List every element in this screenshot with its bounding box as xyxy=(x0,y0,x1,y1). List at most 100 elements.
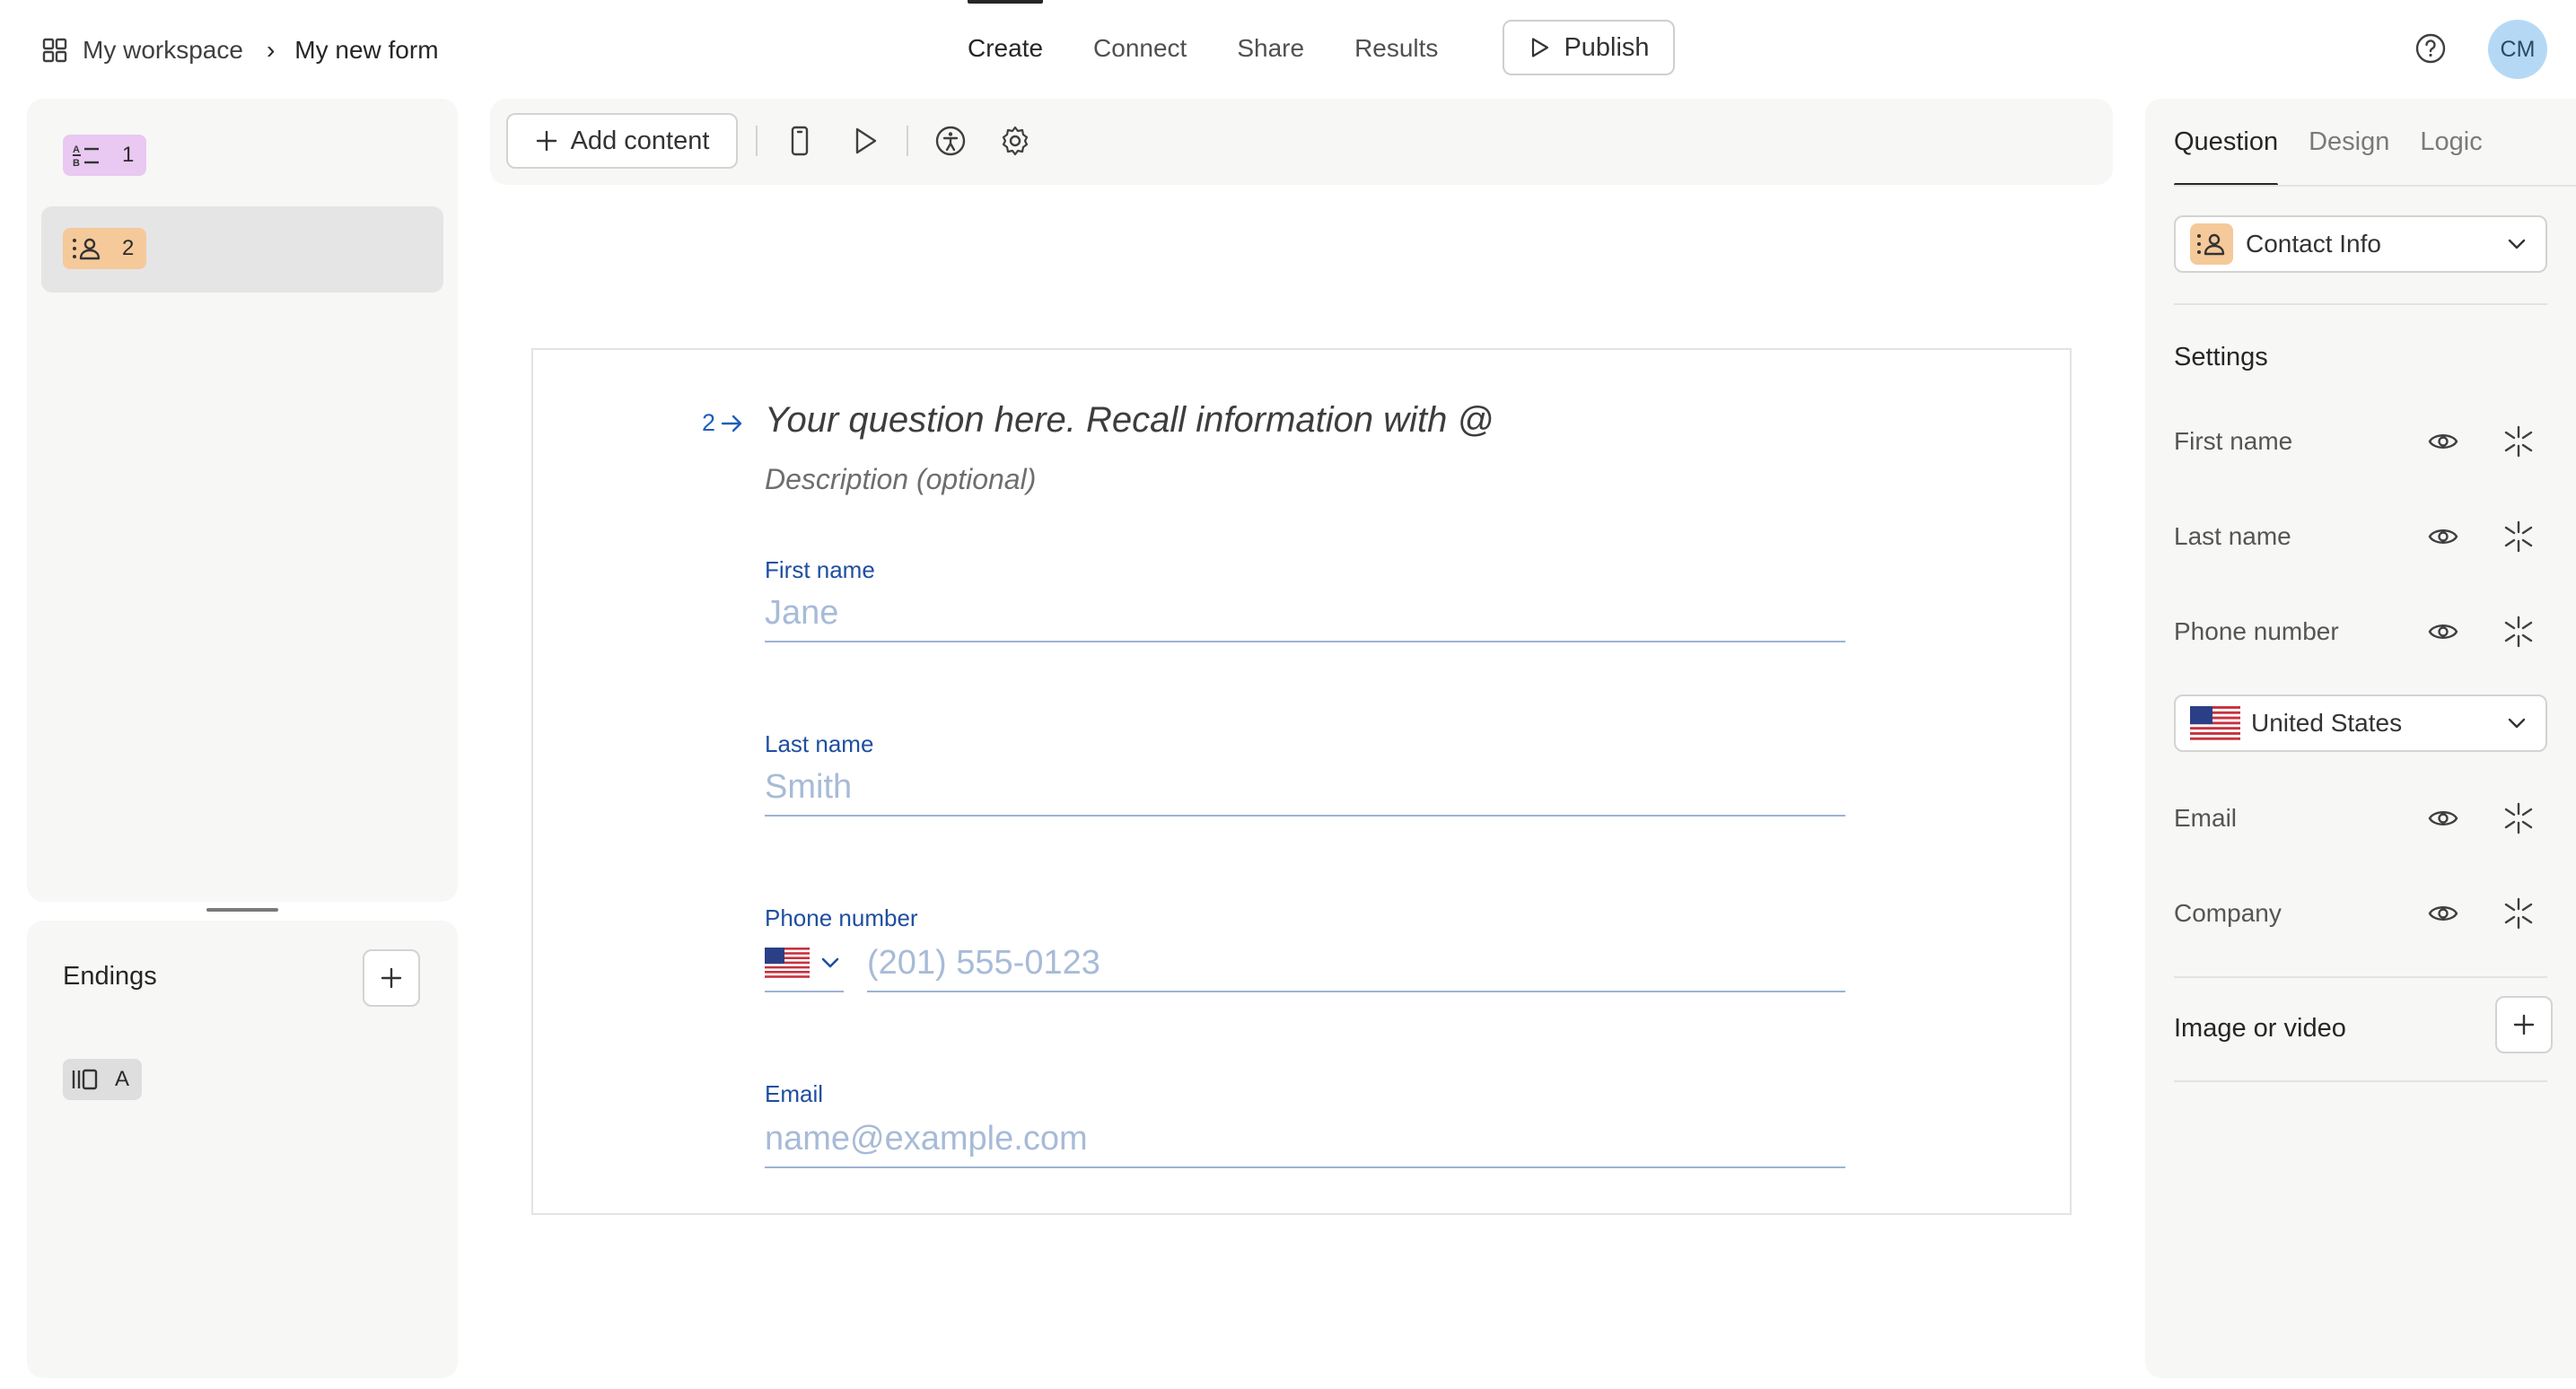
setting-row-phone-number: Phone number xyxy=(2174,610,2547,653)
add-ending-button[interactable] xyxy=(363,949,420,1007)
ending-screen-icon xyxy=(70,1066,101,1093)
svg-text:B: B xyxy=(73,158,80,169)
setting-label: Phone number xyxy=(2174,617,2339,645)
required-asterisk-icon[interactable] xyxy=(2501,614,2537,650)
question-number-2: 2 xyxy=(122,236,135,260)
setting-label: Email xyxy=(2174,804,2238,832)
eye-icon[interactable] xyxy=(2427,616,2459,648)
nav-connect[interactable]: Connect xyxy=(1093,0,1187,97)
play-icon xyxy=(1528,36,1551,59)
add-content-button[interactable]: Add content xyxy=(506,113,738,169)
question-canvas: 2 Your question here. Recall information… xyxy=(531,348,2072,1215)
us-flag-icon xyxy=(2190,706,2240,740)
tabs-divider xyxy=(2174,185,2576,187)
help-icon[interactable] xyxy=(2414,32,2447,65)
question-item-2[interactable]: 2 xyxy=(41,206,443,293)
accessibility-icon[interactable] xyxy=(933,124,968,158)
breadcrumb: My workspace › My new form xyxy=(41,31,439,70)
question-item-1[interactable]: AB 1 xyxy=(41,113,443,199)
arrow-right-icon xyxy=(721,414,744,433)
question-settings-panel: Question Design Logic Contact Info Setti… xyxy=(2145,99,2576,1378)
toolbar-divider xyxy=(756,126,758,156)
nav-results[interactable]: Results xyxy=(1354,0,1438,97)
breadcrumb-separator: › xyxy=(266,36,276,64)
question-type-label: Contact Info xyxy=(2246,230,2381,258)
publish-button[interactable]: Publish xyxy=(1503,20,1675,75)
required-asterisk-icon[interactable] xyxy=(2501,519,2537,555)
setting-label: Last name xyxy=(2174,522,2291,550)
chevron-down-icon xyxy=(820,957,840,969)
nav-create[interactable]: Create xyxy=(968,0,1044,97)
section-divider xyxy=(2174,976,2547,978)
mobile-preview-icon[interactable] xyxy=(783,124,817,158)
required-asterisk-icon[interactable] xyxy=(2501,800,2537,836)
tab-question[interactable]: Question xyxy=(2174,99,2279,187)
setting-row-last-name: Last name xyxy=(2174,515,2547,558)
last-name-input[interactable]: Smith xyxy=(765,759,1845,817)
panel-resize-handle[interactable] xyxy=(206,908,278,912)
email-input[interactable]: name@example.com xyxy=(765,1111,1845,1168)
workspace-link[interactable]: My workspace xyxy=(83,36,243,65)
toolbar-divider xyxy=(907,126,908,156)
publish-label: Publish xyxy=(1564,32,1650,62)
multiple-choice-icon: AB xyxy=(72,142,102,169)
email-label: Email xyxy=(765,1080,824,1107)
top-bar: My workspace › My new form Create Connec… xyxy=(0,0,2576,97)
workspace-grid-icon[interactable] xyxy=(41,37,68,64)
section-divider xyxy=(2174,303,2547,305)
svg-text:A: A xyxy=(73,144,80,155)
ending-label: A xyxy=(115,1067,130,1091)
endings-title: Endings xyxy=(63,962,157,991)
question-number-text: 2 xyxy=(702,409,716,436)
phone-number-label: Phone number xyxy=(765,904,918,931)
plus-icon xyxy=(2512,1013,2536,1036)
phone-country-select[interactable] xyxy=(765,935,844,992)
settings-title: Settings xyxy=(2174,343,2268,371)
chevron-down-icon xyxy=(2506,233,2528,255)
default-country-select[interactable]: United States xyxy=(2174,694,2547,752)
required-asterisk-icon[interactable] xyxy=(2501,424,2537,459)
plus-icon xyxy=(380,966,403,990)
add-media-button[interactable] xyxy=(2495,996,2553,1053)
question-list-panel: AB 1 2 xyxy=(27,99,458,902)
section-divider xyxy=(2174,1080,2547,1082)
question-title-input[interactable]: Your question here. Recall information w… xyxy=(765,400,1494,441)
first-name-label: First name xyxy=(765,556,875,583)
setting-label: Company xyxy=(2174,899,2282,927)
nav-share[interactable]: Share xyxy=(1237,0,1304,97)
avatar[interactable]: CM xyxy=(2488,20,2547,79)
question-type-select[interactable]: Contact Info xyxy=(2174,215,2547,273)
setting-row-email: Email xyxy=(2174,797,2547,840)
question-number-1: 1 xyxy=(122,143,135,167)
endings-panel: Endings A xyxy=(27,921,458,1378)
eye-icon[interactable] xyxy=(2427,897,2459,930)
preview-play-icon[interactable] xyxy=(847,124,881,158)
ending-item-a[interactable]: A xyxy=(63,1059,143,1100)
country-label: United States xyxy=(2251,709,2403,737)
question-description-input[interactable]: Description (optional) xyxy=(765,463,1036,496)
contact-info-icon xyxy=(2190,223,2233,265)
eye-icon[interactable] xyxy=(2427,802,2459,834)
image-or-video-title: Image or video xyxy=(2174,1014,2346,1043)
eye-icon[interactable] xyxy=(2427,520,2459,553)
add-content-label: Add content xyxy=(570,126,710,155)
first-name-input[interactable]: Jane xyxy=(765,585,1845,642)
question-badge-1: AB 1 xyxy=(63,135,147,176)
tab-logic[interactable]: Logic xyxy=(2420,99,2482,185)
main-nav: Create Connect Share Results xyxy=(968,0,1488,97)
contact-info-icon xyxy=(72,235,102,262)
setting-label: First name xyxy=(2174,427,2293,455)
editor-toolbar: Add content xyxy=(490,99,2113,185)
phone-number-input[interactable]: (201) 555-0123 xyxy=(867,935,1845,992)
setting-row-company: Company xyxy=(2174,892,2547,935)
panel-tabs: Question Design Logic xyxy=(2174,99,2483,187)
chevron-down-icon xyxy=(2506,712,2528,734)
question-number: 2 xyxy=(702,409,744,437)
last-name-label: Last name xyxy=(765,730,874,757)
question-badge-2: 2 xyxy=(63,228,147,269)
required-asterisk-icon[interactable] xyxy=(2501,895,2537,931)
tab-design[interactable]: Design xyxy=(2309,99,2389,185)
form-name[interactable]: My new form xyxy=(294,36,438,65)
settings-gear-icon[interactable] xyxy=(998,124,1032,158)
eye-icon[interactable] xyxy=(2427,425,2459,458)
